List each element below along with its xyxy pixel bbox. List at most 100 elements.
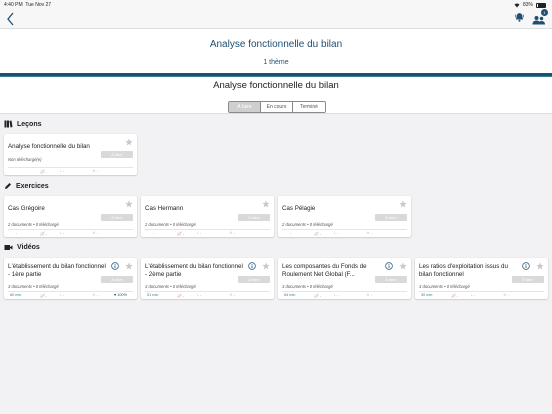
card-divider	[8, 167, 133, 168]
info-icon[interactable]	[522, 262, 530, 270]
card-footer: - 📈 - ↓ - ☺ -	[141, 231, 274, 236]
card-meta: 3 documents • 0 téléchargé	[419, 284, 470, 289]
status-button[interactable]: À faire	[101, 151, 133, 158]
card-title: Les ratios d'exploitation issus du bilan…	[419, 263, 508, 278]
card-video-1[interactable]: L'établissement du bilan fonctionnel - 1…	[4, 258, 137, 299]
chart-stat: 📈 -	[314, 231, 321, 237]
chart-stat: 📈 -	[40, 231, 47, 237]
card-exercice-hermann[interactable]: Cas Hermann À faire 2 documents • 0 télé…	[141, 196, 274, 237]
card-video-2[interactable]: L'établissement du bilan fonctionnel - 2…	[141, 258, 274, 299]
card-exercice-gregoire[interactable]: Cas Grégoire À faire 2 documents • 0 tél…	[4, 196, 137, 237]
card-title: Analyse fonctionnelle du bilan	[8, 143, 90, 150]
card-footer: - 📈 - ↓ - ☺ -	[278, 231, 411, 236]
nav-right-actions: 1	[515, 9, 548, 25]
status-button[interactable]: À faire	[512, 276, 544, 283]
like-stat: ♥ 100%	[114, 293, 127, 297]
card-divider	[282, 291, 407, 292]
score-stat: ☺ -	[366, 231, 373, 235]
chart-icon: 📈	[314, 294, 319, 298]
video-duration: 64 min	[284, 293, 296, 297]
score-stat: ☺ -	[92, 293, 99, 297]
download-stat: ↓ -	[60, 169, 65, 173]
chart-stat: 📈 -	[177, 231, 184, 237]
status-button[interactable]: À faire	[101, 214, 133, 221]
card-footer: 60 min 📈 - ↓ - ☺ - ♥ 100%	[4, 293, 137, 298]
theme-count: 1 thème	[263, 59, 289, 66]
download-stat: ↓ -	[197, 231, 202, 235]
video-duration: 51 min	[147, 293, 159, 297]
duration-stat: -	[153, 231, 155, 235]
chart-icon: 📈	[314, 232, 319, 236]
star-icon[interactable]	[125, 262, 133, 270]
segment-termine[interactable]: Terminé	[293, 102, 325, 112]
status-right: 83%	[514, 2, 546, 8]
star-icon[interactable]	[125, 200, 133, 208]
smiley-icon: ☺	[92, 293, 96, 297]
card-meta: 2 documents • 0 téléchargé	[282, 222, 333, 227]
star-icon[interactable]	[125, 138, 133, 146]
info-icon[interactable]	[111, 262, 119, 270]
chart-icon: 📈	[451, 294, 456, 298]
battery-icon	[536, 2, 546, 8]
segment-en-cours[interactable]: En cours	[261, 102, 293, 112]
card-meta: 3 documents • 0 téléchargé	[145, 284, 196, 289]
star-icon[interactable]	[399, 262, 407, 270]
status-button[interactable]: À faire	[238, 276, 270, 283]
card-title: Cas Grégoire	[8, 205, 45, 212]
download-stat: ↓ -	[334, 293, 339, 297]
section-videos: Vidéos	[4, 244, 40, 251]
status-time: 4:40 PM Tue Nov 27	[4, 2, 52, 8]
download-stat: ↓ -	[334, 231, 339, 235]
info-icon[interactable]	[248, 262, 256, 270]
status-button[interactable]: À faire	[238, 214, 270, 221]
star-icon[interactable]	[536, 262, 544, 270]
card-lecon-analyse[interactable]: Analyse fonctionnelle du bilan À faire N…	[4, 134, 137, 175]
status-button[interactable]: À faire	[375, 276, 407, 283]
status-filter-segmented: À faire En cours Terminé	[228, 101, 326, 113]
chart-stat: 📈 -	[451, 293, 458, 299]
download-icon: ↓	[60, 231, 62, 235]
section-lecons: Leçons	[4, 120, 42, 128]
star-icon[interactable]	[399, 200, 407, 208]
smiley-icon: ☺	[366, 293, 370, 297]
download-icon: ↓	[334, 231, 336, 235]
section-exercices: Exercices	[4, 182, 49, 190]
duration-stat: -	[16, 231, 18, 235]
status-button[interactable]: À faire	[375, 214, 407, 221]
card-title: L'établissement du bilan fonctionnel - 2…	[145, 263, 243, 278]
duration-stat: -	[290, 231, 292, 235]
video-duration: 60 min	[10, 293, 22, 297]
star-icon[interactable]	[262, 200, 270, 208]
star-icon[interactable]	[262, 262, 270, 270]
notification-bell-icon[interactable]	[515, 12, 524, 22]
download-icon: ↓	[471, 293, 473, 297]
users-badge: 1	[541, 9, 548, 16]
topic-title: Analyse fonctionnelle du bilan	[213, 80, 339, 91]
card-video-4[interactable]: Les ratios d'exploitation issus du bilan…	[415, 258, 548, 299]
score-stat: ☺ -	[229, 231, 236, 235]
card-exercice-pelagie[interactable]: Cas Pélagie À faire 2 documents • 0 télé…	[278, 196, 411, 237]
chart-icon: 📈	[40, 232, 45, 236]
segment-a-faire[interactable]: À faire	[229, 102, 261, 112]
users-button[interactable]: 1	[532, 9, 548, 25]
score-stat: ☺ -	[366, 293, 373, 297]
pencil-icon	[5, 183, 11, 189]
card-meta: Non téléchargé(e)	[8, 157, 42, 162]
section-exercices-label: Exercices	[16, 182, 49, 190]
book-icon	[4, 120, 13, 128]
smiley-icon: ☺	[366, 231, 370, 235]
theme-header: Analyse fonctionnelle du bilan 1 thème	[0, 29, 552, 73]
info-icon[interactable]	[385, 262, 393, 270]
smiley-icon: ☺	[229, 231, 233, 235]
back-chevron-icon[interactable]	[6, 12, 16, 26]
card-divider	[8, 229, 133, 230]
card-title: Cas Pélagie	[282, 205, 316, 212]
card-title: Cas Hermann	[145, 205, 184, 212]
score-stat: ☺ -	[503, 293, 510, 297]
smiley-icon: ☺	[503, 293, 507, 297]
status-button[interactable]: À faire	[101, 276, 133, 283]
chart-stat: 📈 -	[177, 293, 184, 299]
download-icon: ↓	[197, 293, 199, 297]
card-divider	[282, 229, 407, 230]
card-video-3[interactable]: Les composantes du Fonds de Roulement Ne…	[278, 258, 411, 299]
